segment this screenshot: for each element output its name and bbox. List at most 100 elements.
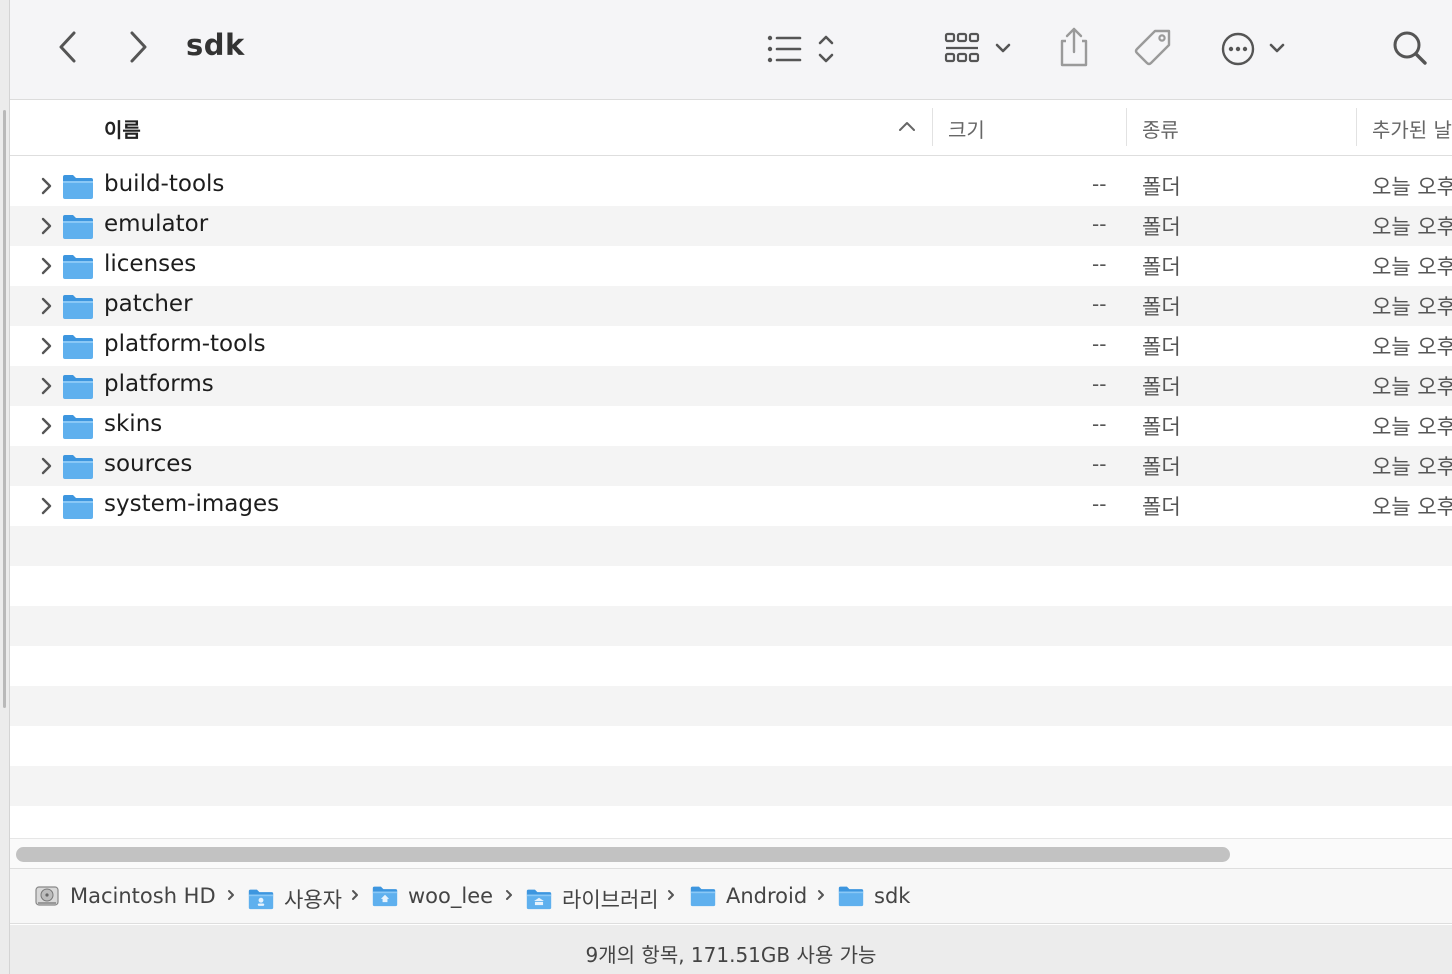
column-divider[interactable] <box>1126 108 1127 146</box>
file-kind: 폴더 <box>1142 415 1181 439</box>
path-item[interactable]: sdk <box>838 884 910 908</box>
folder-icon <box>63 215 93 239</box>
file-name: platforms <box>104 371 214 397</box>
file-date-added: 오늘 오후 <box>1372 175 1452 199</box>
file-date-added: 오늘 오후 <box>1372 455 1452 479</box>
file-row[interactable]: sources -- 폴더 오늘 오후 <box>10 446 1452 486</box>
folder-icon <box>63 455 93 479</box>
icon-grid-icon <box>944 32 1011 63</box>
path-item[interactable]: 라이브러리 <box>526 884 659 914</box>
window-title: sdk <box>186 28 245 62</box>
path-item-label: woo_lee <box>408 884 494 908</box>
empty-row <box>10 606 1452 646</box>
back-button[interactable] <box>50 28 86 66</box>
file-date-added: 오늘 오후 <box>1372 295 1452 319</box>
file-size: -- <box>1092 172 1107 196</box>
column-header-date-added[interactable]: 추가된 날 <box>1372 114 1452 143</box>
folder-icon <box>63 415 93 439</box>
folder-icon-wrap <box>62 213 94 240</box>
path-bar: Macintosh HD 사용자 woo_lee 라이브러리 Android sdk <box>10 868 1452 924</box>
file-name: platform-tools <box>104 331 266 357</box>
file-kind: 폴더 <box>1142 455 1181 479</box>
empty-row <box>10 766 1452 806</box>
path-item[interactable]: 사용자 <box>248 884 342 914</box>
folder-icon-wrap <box>62 413 94 440</box>
sidebar-divider[interactable] <box>3 110 6 708</box>
folder-icon <box>63 335 93 359</box>
empty-row <box>10 726 1452 766</box>
sort-ascending-icon[interactable] <box>898 120 916 132</box>
hard-drive-icon <box>35 886 59 906</box>
column-header-name[interactable]: 이름 <box>104 114 141 143</box>
disclosure-triangle-icon[interactable] <box>38 496 54 516</box>
file-name: build-tools <box>104 171 225 197</box>
column-header-size[interactable]: 크기 <box>948 114 985 143</box>
path-item[interactable]: Android <box>690 884 807 908</box>
file-name: sources <box>104 451 193 477</box>
column-header-kind[interactable]: 종류 <box>1142 114 1179 143</box>
share-button[interactable] <box>1054 24 1094 70</box>
file-row[interactable]: patcher -- 폴더 오늘 오후 <box>10 286 1452 326</box>
file-size: -- <box>1092 292 1107 316</box>
forward-button[interactable] <box>120 28 156 66</box>
file-size: -- <box>1092 252 1107 276</box>
path-item-label: sdk <box>874 884 911 908</box>
folder-icon <box>63 175 93 199</box>
path-item-label: Macintosh HD <box>70 884 216 908</box>
file-row[interactable]: build-tools -- 폴더 오늘 오후 <box>10 166 1452 206</box>
folder-icon <box>63 255 93 279</box>
group-button[interactable] <box>942 26 1022 70</box>
disclosure-triangle-icon[interactable] <box>38 376 54 396</box>
folder-icon-wrap <box>62 373 94 400</box>
folder-icon <box>690 886 716 907</box>
path-item-label: Android <box>726 884 808 908</box>
users-folder-icon <box>248 889 274 910</box>
horizontal-scrollbar[interactable] <box>10 838 1452 868</box>
file-row[interactable]: system-images -- 폴더 오늘 오후 <box>10 486 1452 526</box>
folder-icon-wrap <box>62 173 94 200</box>
action-button[interactable] <box>1218 26 1298 70</box>
disclosure-triangle-icon[interactable] <box>38 256 54 276</box>
file-size: -- <box>1092 412 1107 436</box>
status-bar: 9개의 항목, 171.51GB 사용 가능 <box>10 925 1452 974</box>
file-name: licenses <box>104 251 197 277</box>
search-icon <box>1393 31 1427 65</box>
path-item-label: 라이브러리 <box>562 888 659 912</box>
path-chevron-icon <box>352 890 358 900</box>
file-row[interactable]: skins -- 폴더 오늘 오후 <box>10 406 1452 446</box>
path-item[interactable]: woo_lee <box>372 884 493 908</box>
folder-icon <box>63 495 93 519</box>
path-item[interactable]: Macintosh HD <box>34 884 216 908</box>
column-divider[interactable] <box>932 108 933 146</box>
column-divider[interactable] <box>1356 108 1357 146</box>
path-chevron-icon <box>668 890 674 900</box>
view-options-button[interactable] <box>762 26 842 70</box>
file-name: skins <box>104 411 163 437</box>
disclosure-triangle-icon[interactable] <box>38 456 54 476</box>
disclosure-triangle-icon[interactable] <box>38 216 54 236</box>
disclosure-triangle-icon[interactable] <box>38 296 54 316</box>
status-text: 9개의 항목, 171.51GB 사용 가능 <box>585 943 877 967</box>
file-row[interactable]: emulator -- 폴더 오늘 오후 <box>10 206 1452 246</box>
scrollbar-thumb[interactable] <box>16 847 1230 862</box>
file-row[interactable]: licenses -- 폴더 오늘 오후 <box>10 246 1452 286</box>
file-date-added: 오늘 오후 <box>1372 415 1452 439</box>
tag-button[interactable] <box>1132 26 1176 70</box>
path-chevron-icon <box>506 890 512 900</box>
library-folder-icon <box>526 889 552 910</box>
folder-icon <box>838 886 864 907</box>
file-row[interactable]: platform-tools -- 폴더 오늘 오후 <box>10 326 1452 366</box>
file-size: -- <box>1092 332 1107 356</box>
empty-row <box>10 806 1452 838</box>
list-view-icon <box>767 35 834 63</box>
disclosure-triangle-icon[interactable] <box>38 416 54 436</box>
file-date-added: 오늘 오후 <box>1372 375 1452 399</box>
chevron-left-icon <box>59 31 76 63</box>
disclosure-triangle-icon[interactable] <box>38 176 54 196</box>
home-folder-icon <box>372 886 398 907</box>
file-row[interactable]: platforms -- 폴더 오늘 오후 <box>10 366 1452 406</box>
share-icon <box>1060 27 1088 67</box>
disclosure-triangle-icon[interactable] <box>38 336 54 356</box>
file-kind: 폴더 <box>1142 175 1181 199</box>
search-button[interactable] <box>1388 26 1432 70</box>
